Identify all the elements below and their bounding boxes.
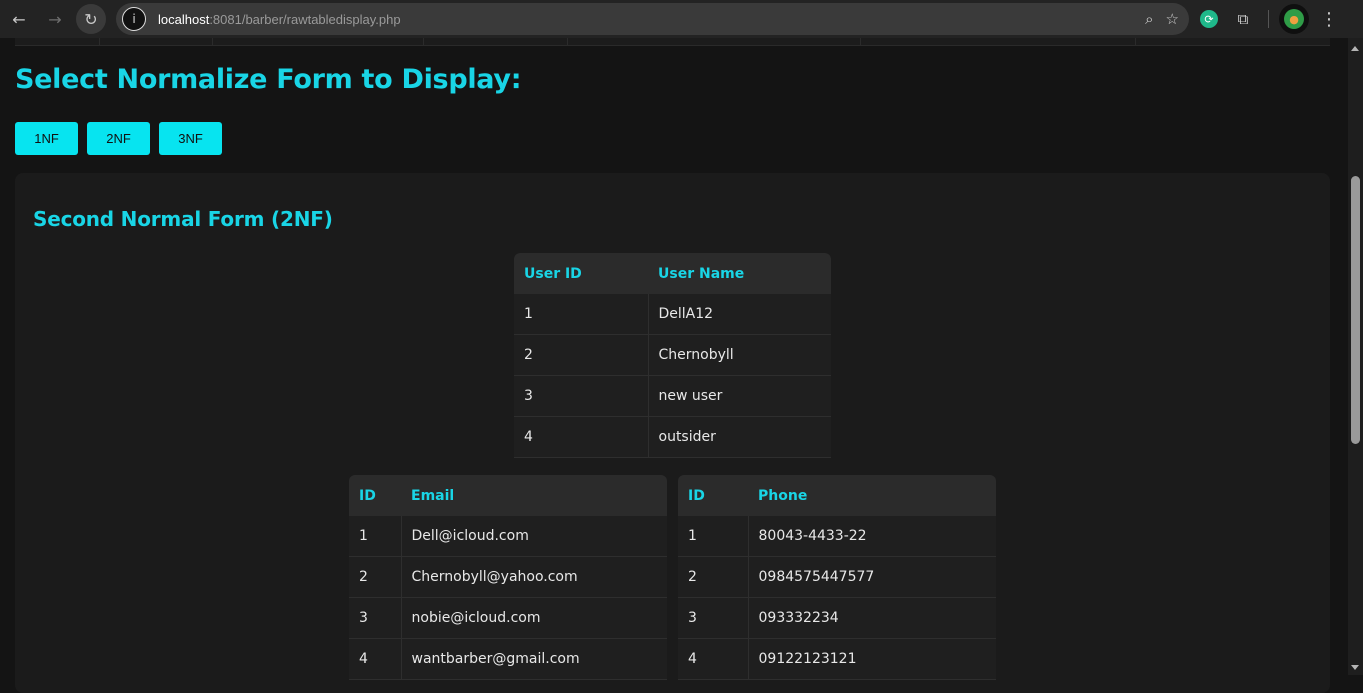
users-table: User ID User Name 1 DellA12 2 Chernobyll 3… (514, 253, 831, 458)
scroll-down-arrow-icon[interactable] (1351, 665, 1359, 670)
column-header: ID (678, 475, 748, 516)
column-header: Email (401, 475, 667, 516)
column-header: ID (349, 475, 401, 516)
url-host: localhost (158, 11, 210, 27)
table-cell: 2 (514, 334, 648, 376)
table-header-row: ID Email (349, 475, 667, 516)
email-table: ID Email 1 Dell@icloud.com 2 Chernobyll@ya… (349, 475, 667, 680)
table-row: 3 093332234 (678, 597, 996, 639)
scrollbar-thumb[interactable] (1351, 176, 1360, 444)
table-header-row: ID Phone (678, 475, 996, 516)
table-row: 2 Chernobyll@yahoo.com (349, 556, 667, 598)
reload-button[interactable]: ↻ (76, 4, 106, 34)
previous-table-edge (15, 38, 1330, 46)
table-cell: 3 (678, 597, 748, 639)
table-cell: 2 (678, 556, 748, 598)
browser-menu-icon[interactable]: ⋮ (1319, 9, 1339, 30)
url-text[interactable]: localhost:8081/barber/rawtabledisplay.ph… (158, 12, 401, 27)
bookmark-star-icon[interactable]: ☆ (1166, 10, 1179, 28)
table-cell: 4 (349, 638, 401, 680)
browser-toolbar: ← → ↻ i localhost:8081/barber/rawtabledi… (0, 0, 1363, 38)
forward-arrow-icon: → (48, 9, 62, 29)
table-row: 1 Dell@icloud.com (349, 516, 667, 557)
profile-avatar[interactable]: ● (1279, 4, 1309, 34)
info-glyph: i (132, 12, 136, 26)
table-cell: 1 (349, 516, 401, 557)
table-cell: 80043-4433-22 (747, 516, 996, 557)
table-cell: 09122123121 (747, 638, 996, 680)
table-cell: 4 (514, 416, 648, 458)
zoom-icon[interactable]: ⌕ (1145, 10, 1153, 28)
column-header: Phone (748, 475, 996, 516)
extensions-puzzle-icon[interactable]: ⧉ (1228, 10, 1258, 28)
table-row: 4 outsider (514, 416, 831, 458)
table-header-row: User ID User Name (514, 253, 831, 294)
url-path: :8081/barber/rawtabledisplay.php (209, 11, 401, 27)
column-header: User Name (648, 253, 831, 294)
table-row: 3 new user (514, 375, 831, 417)
table-cell: 3 (514, 375, 648, 417)
table-cell: 4 (678, 638, 748, 680)
normal-form-panel: Second Normal Form (2NF) User ID User Na… (15, 173, 1330, 693)
back-button[interactable]: ← (4, 4, 34, 34)
table-row: 3 nobie@icloud.com (349, 597, 667, 639)
table-row: 4 09122123121 (678, 638, 996, 680)
table-cell: 1 (678, 516, 748, 557)
table-cell: 093332234 (747, 597, 996, 639)
table-cell: nobie@icloud.com (400, 597, 667, 639)
table-cell: 3 (349, 597, 401, 639)
table-row: 1 DellA12 (514, 294, 831, 335)
panel-title: Second Normal Form (2NF) (33, 207, 333, 231)
avatar-image: ● (1284, 9, 1304, 29)
site-info-icon[interactable]: i (122, 7, 146, 31)
table-cell: wantbarber@gmail.com (400, 638, 667, 680)
table-row: 4 wantbarber@gmail.com (349, 638, 667, 680)
forward-button[interactable]: → (40, 4, 70, 34)
phone-table: ID Phone 1 80043-4433-22 2 0984575447577 3… (678, 475, 996, 680)
table-cell: Chernobyll (647, 334, 831, 376)
page-heading: Select Normalize Form to Display: (15, 64, 522, 95)
1nf-button[interactable]: 1NF (15, 122, 78, 155)
scroll-up-arrow-icon[interactable] (1351, 46, 1359, 51)
table-cell: Dell@icloud.com (400, 516, 667, 557)
table-row: 2 Chernobyll (514, 334, 831, 376)
extension-glyph: ⟳ (1204, 12, 1214, 26)
table-cell: 2 (349, 556, 401, 598)
table-cell: Chernobyll@yahoo.com (400, 556, 667, 598)
table-cell: DellA12 (647, 294, 831, 335)
toolbar-separator (1268, 10, 1269, 28)
back-arrow-icon: ← (12, 9, 26, 29)
table-row: 2 0984575447577 (678, 556, 996, 598)
table-cell: 0984575447577 (747, 556, 996, 598)
address-bar[interactable]: i localhost:8081/barber/rawtabledisplay.… (116, 3, 1189, 35)
table-cell: 1 (514, 294, 648, 335)
table-row: 1 80043-4433-22 (678, 516, 996, 557)
table-cell: outsider (647, 416, 831, 458)
page-scrollbar[interactable] (1348, 38, 1363, 675)
reload-icon: ↻ (84, 9, 98, 29)
extension-sync-icon[interactable]: ⟳ (1200, 10, 1218, 28)
3nf-button[interactable]: 3NF (159, 122, 222, 155)
table-cell: new user (647, 375, 831, 417)
2nf-button[interactable]: 2NF (87, 122, 150, 155)
normal-form-selector: 1NF 2NF 3NF (15, 122, 222, 155)
column-header: User ID (514, 253, 648, 294)
